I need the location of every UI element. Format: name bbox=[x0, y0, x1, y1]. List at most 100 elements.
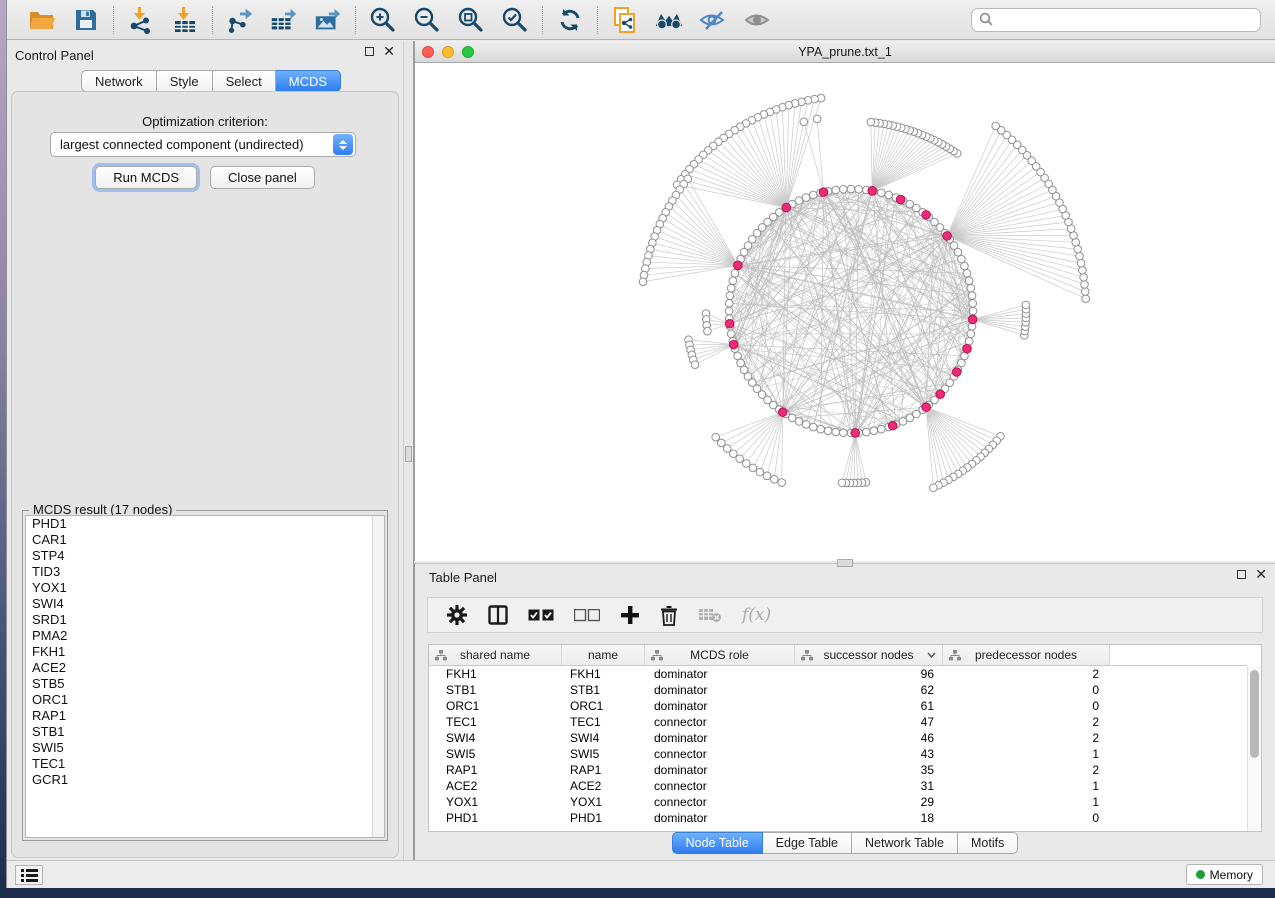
create-column-plus-icon[interactable] bbox=[620, 605, 640, 625]
float-panel-icon[interactable] bbox=[1237, 570, 1246, 579]
table-row[interactable]: YOX1YOX1connector291 bbox=[429, 794, 1247, 810]
first-neighbors-icon[interactable] bbox=[654, 5, 684, 35]
mcds-result-item[interactable]: SWI4 bbox=[26, 596, 384, 612]
table-row[interactable]: PHD1PHD1dominator180 bbox=[429, 810, 1247, 826]
hide-selected-icon[interactable] bbox=[698, 5, 728, 35]
mcds-result-item[interactable]: ORC1 bbox=[26, 692, 384, 708]
close-panel-icon[interactable]: ✕ bbox=[1255, 570, 1267, 579]
select-all-rows-icon[interactable] bbox=[528, 609, 554, 622]
table-row[interactable]: ACE2ACE2connector311 bbox=[429, 778, 1247, 794]
export-image-icon[interactable] bbox=[313, 5, 343, 35]
mcds-result-item[interactable]: TID3 bbox=[26, 564, 384, 580]
tab-edge-table[interactable]: Edge Table bbox=[763, 832, 852, 854]
mcds-result-item[interactable]: SWI5 bbox=[26, 740, 384, 756]
table-row[interactable]: FKH1FKH1dominator962 bbox=[429, 666, 1247, 682]
cell-name: TEC1 bbox=[562, 714, 645, 730]
table-row[interactable]: RAP1RAP1dominator352 bbox=[429, 762, 1247, 778]
network-graph[interactable] bbox=[415, 63, 1275, 561]
table-scrollbar[interactable] bbox=[1247, 666, 1261, 831]
cell-predecessor-nodes: 1 bbox=[943, 746, 1110, 762]
tab-network-table[interactable]: Network Table bbox=[852, 832, 958, 854]
deselect-all-rows-icon[interactable] bbox=[574, 609, 600, 622]
tab-select[interactable]: Select bbox=[213, 70, 276, 92]
mcds-result-item[interactable]: PHD1 bbox=[26, 516, 384, 532]
vertical-splitter-grip[interactable] bbox=[405, 446, 412, 462]
memory-button[interactable]: Memory bbox=[1186, 864, 1263, 885]
import-network-icon[interactable] bbox=[126, 5, 156, 35]
mcds-result-item[interactable]: ACE2 bbox=[26, 660, 384, 676]
mcds-result-item[interactable]: RAP1 bbox=[26, 708, 384, 724]
mcds-result-item[interactable]: GCR1 bbox=[26, 772, 384, 788]
mcds-result-item[interactable]: FKH1 bbox=[26, 644, 384, 660]
duplicate-network-icon[interactable] bbox=[610, 5, 640, 35]
cell-MCDS-role: dominator bbox=[645, 698, 795, 714]
table-row[interactable]: STB1STB1dominator620 bbox=[429, 682, 1247, 698]
column-header-shared-name[interactable]: shared name bbox=[429, 645, 562, 665]
export-table-icon[interactable] bbox=[269, 5, 299, 35]
node-table-header: shared namenameMCDS rolesuccessor nodes p… bbox=[429, 645, 1247, 666]
refresh-layout-icon[interactable] bbox=[555, 5, 585, 35]
sort-chevron-icon[interactable] bbox=[927, 652, 936, 658]
delete-table-icon-disabled bbox=[698, 607, 722, 623]
mcds-result-item[interactable]: YOX1 bbox=[26, 580, 384, 596]
tab-network[interactable]: Network bbox=[81, 70, 157, 92]
mcds-result-item[interactable]: PMA2 bbox=[26, 628, 384, 644]
tab-node-table[interactable]: Node Table bbox=[672, 832, 763, 854]
column-header-name[interactable]: name bbox=[562, 645, 645, 665]
network-canvas[interactable] bbox=[415, 63, 1275, 561]
column-header-MCDS-role[interactable]: MCDS role bbox=[645, 645, 795, 665]
mcds-result-item[interactable]: TEC1 bbox=[26, 756, 384, 772]
mcds-list-scrollbar[interactable] bbox=[372, 516, 384, 837]
cell-MCDS-role: dominator bbox=[645, 730, 795, 746]
zoom-in-icon[interactable] bbox=[368, 5, 398, 35]
table-row[interactable]: TEC1TEC1connector472 bbox=[429, 714, 1247, 730]
search-input-box[interactable] bbox=[971, 8, 1261, 32]
search-input[interactable] bbox=[994, 13, 1253, 27]
mcds-result-item[interactable]: STB1 bbox=[26, 724, 384, 740]
table-row[interactable]: SWI4SWI4dominator462 bbox=[429, 730, 1247, 746]
column-label: predecessor nodes bbox=[975, 648, 1077, 662]
zoom-out-icon[interactable] bbox=[412, 5, 442, 35]
float-panel-icon[interactable] bbox=[365, 47, 374, 56]
import-table-icon[interactable] bbox=[170, 5, 200, 35]
table-scrollbar-thumb[interactable] bbox=[1250, 670, 1259, 758]
zoom-selected-icon[interactable] bbox=[500, 5, 530, 35]
mcds-result-item[interactable]: CAR1 bbox=[26, 532, 384, 548]
panel-menu-button[interactable] bbox=[15, 865, 43, 885]
criterion-dropdown[interactable]: largest connected component (undirected) bbox=[50, 132, 356, 157]
cell-successor-nodes: 96 bbox=[795, 666, 943, 682]
show-column-icon[interactable] bbox=[488, 605, 508, 625]
cell-MCDS-role: connector bbox=[645, 714, 795, 730]
close-panel-icon[interactable]: ✕ bbox=[383, 47, 395, 56]
mcds-result-fieldset: MCDS result (17 nodes) PHD1CAR1STP4TID3Y… bbox=[22, 510, 388, 841]
cell-predecessor-nodes: 1 bbox=[943, 794, 1110, 810]
horizontal-splitter-grip[interactable] bbox=[837, 559, 853, 567]
network-titlebar[interactable]: YPA_prune.txt_1 bbox=[415, 41, 1275, 63]
zoom-fit-icon[interactable] bbox=[456, 5, 486, 35]
cell-predecessor-nodes: 2 bbox=[943, 762, 1110, 778]
table-row[interactable]: SWI5SWI5connector431 bbox=[429, 746, 1247, 762]
run-mcds-button[interactable]: Run MCDS bbox=[95, 166, 197, 189]
mcds-result-item[interactable]: SRD1 bbox=[26, 612, 384, 628]
table-panel: Table Panel ✕ bbox=[414, 563, 1275, 860]
export-network-icon[interactable] bbox=[225, 5, 255, 35]
open-file-icon[interactable] bbox=[27, 5, 57, 35]
vertical-splitter[interactable] bbox=[403, 41, 414, 860]
tab-mcds[interactable]: MCDS bbox=[276, 70, 341, 92]
dropdown-stepper-icon bbox=[333, 134, 353, 155]
save-session-icon[interactable] bbox=[71, 5, 101, 35]
show-all-icon[interactable] bbox=[742, 5, 772, 35]
mcds-result-item[interactable]: STP4 bbox=[26, 548, 384, 564]
tab-style[interactable]: Style bbox=[157, 70, 213, 92]
column-header-predecessor-nodes[interactable]: predecessor nodes bbox=[943, 645, 1110, 665]
main-toolbar bbox=[7, 0, 1275, 40]
delete-column-trash-icon[interactable] bbox=[660, 605, 678, 626]
close-panel-button[interactable]: Close panel bbox=[210, 166, 315, 189]
table-settings-gear-icon[interactable] bbox=[446, 604, 468, 626]
table-row[interactable]: ORC1ORC1dominator610 bbox=[429, 698, 1247, 714]
tab-motifs[interactable]: Motifs bbox=[958, 832, 1018, 854]
column-header-successor-nodes[interactable]: successor nodes bbox=[795, 645, 943, 665]
cell-shared-name: PHD1 bbox=[429, 810, 562, 826]
mcds-result-item[interactable]: STB5 bbox=[26, 676, 384, 692]
mcds-result-list[interactable]: PHD1CAR1STP4TID3YOX1SWI4SRD1PMA2FKH1ACE2… bbox=[25, 515, 385, 838]
